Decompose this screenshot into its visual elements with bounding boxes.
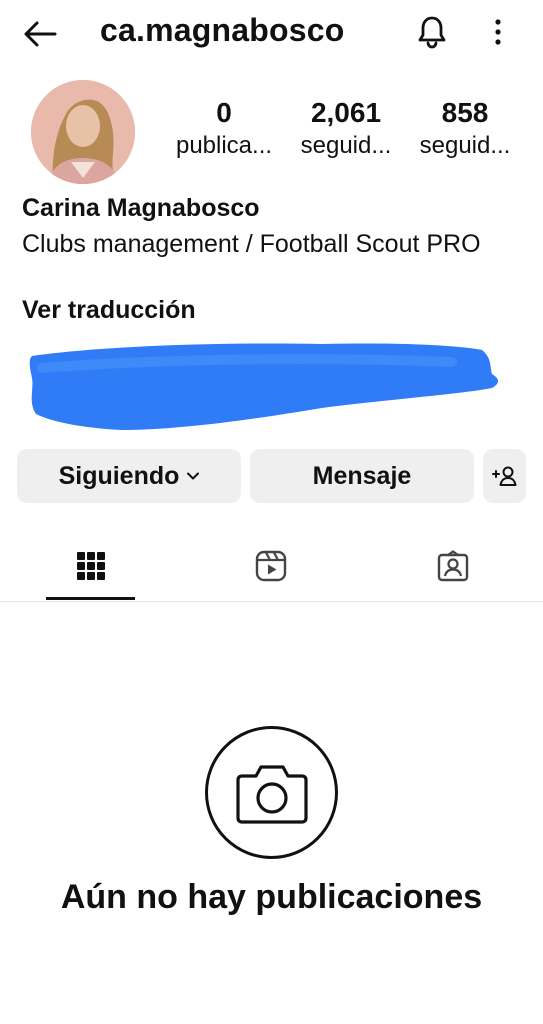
grid-icon — [76, 552, 105, 580]
notifications-button[interactable] — [412, 12, 452, 52]
posts-count-label: publica... — [175, 132, 273, 159]
tab-tagged[interactable] — [408, 530, 498, 602]
top-bar: ca.magnabosco — [0, 0, 543, 64]
profile-username: ca.magnabosco — [100, 12, 345, 48]
see-translation-link[interactable]: Ver traducción — [22, 296, 196, 325]
tab-posts-grid[interactable] — [46, 530, 135, 602]
posts-count-value: 0 — [216, 97, 232, 128]
suggested-people-button[interactable] — [483, 449, 526, 503]
following-button-label: Siguiendo — [58, 461, 180, 490]
active-tab-indicator — [46, 597, 135, 600]
followers-count-value: 2,061 — [310, 97, 382, 128]
add-person-icon — [491, 466, 516, 486]
tab-reels[interactable] — [226, 530, 316, 602]
following-count[interactable]: 858 seguid... — [410, 96, 520, 162]
profile-full-name: Carina Magnabosco — [22, 194, 260, 222]
followers-count[interactable]: 2,061 seguid... — [290, 96, 402, 162]
empty-state-title: Aún no hay publicaciones — [60, 878, 483, 916]
profile-photo — [31, 80, 135, 184]
following-count-value: 858 — [441, 97, 489, 128]
following-button[interactable]: Siguiendo — [17, 449, 241, 503]
posts-count[interactable]: 0 publica... — [164, 96, 284, 162]
camera-icon — [235, 764, 308, 824]
more-options-button[interactable] — [478, 12, 518, 52]
profile-avatar[interactable] — [31, 80, 135, 184]
message-button-label: Mensaje — [312, 461, 412, 490]
tagged-icon — [437, 550, 469, 582]
reels-icon — [255, 550, 287, 582]
redacted-link-area — [22, 338, 512, 436]
empty-state-icon-circle — [205, 726, 338, 859]
message-button[interactable]: Mensaje — [250, 449, 474, 503]
followers-count-label: seguid... — [300, 132, 392, 159]
bell-icon — [418, 16, 446, 49]
more-vertical-icon — [495, 19, 501, 45]
back-button[interactable] — [20, 14, 60, 54]
arrow-left-icon — [24, 21, 57, 47]
profile-bio: Clubs management / Football Scout PRO — [22, 230, 481, 258]
chevron-down-icon — [187, 472, 200, 480]
following-count-label: seguid... — [419, 132, 511, 159]
profile-tabs — [0, 530, 543, 602]
